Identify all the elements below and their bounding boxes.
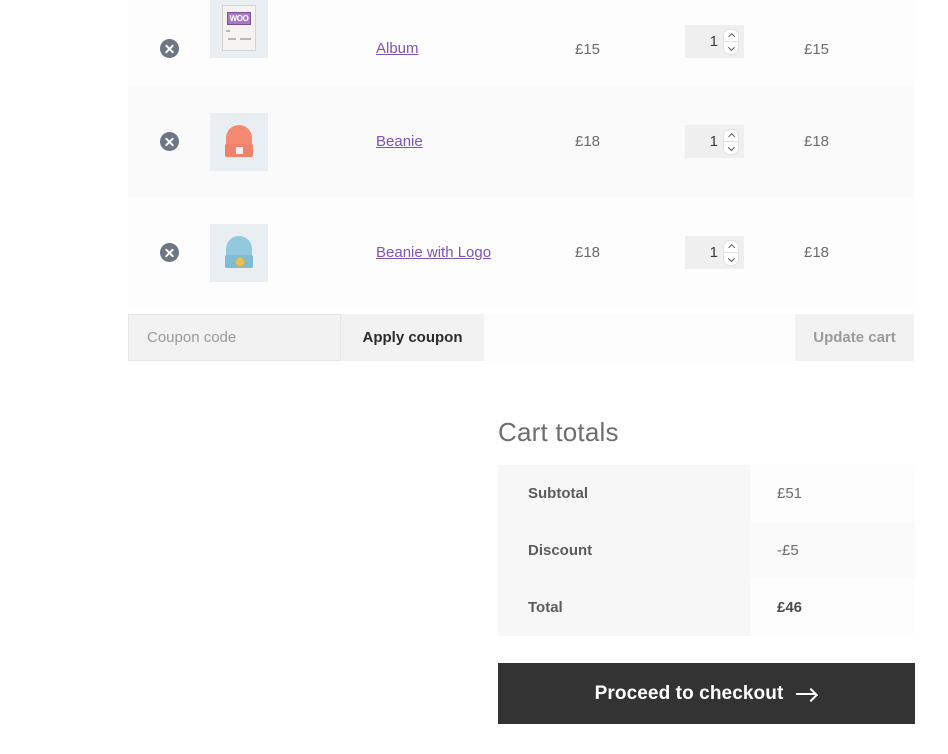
quantity-value: 1 [709,244,718,261]
totals-label-total: Total [498,578,750,636]
quantity-value: 1 [709,133,718,150]
product-name-cell: Beanie [376,86,575,197]
quantity-increment-button[interactable] [723,128,739,142]
quantity-decrement-button[interactable] [723,252,739,266]
shopping-cart-table: WOO Album £15 1 £15 Beanie £18 1 £18 Bea… [128,0,914,308]
beanie-coral-thumb-icon[interactable] [210,112,268,171]
coupon-code-input[interactable] [128,314,341,361]
product-subtotal: £18 [804,244,830,261]
quantity-decrement-button[interactable] [723,141,739,155]
table-row: Beanie with Logo £18 1 £18 [128,197,914,308]
chevron-up-icon [728,132,734,138]
product-name-cell: Album [376,0,575,86]
totals-label-subtotal: Subtotal [498,464,750,522]
totals-value-discount: -£5 [750,521,915,579]
chevron-down-icon [728,145,734,151]
quantity-stepper[interactable]: 1 [685,236,744,269]
checkout-button-label: Proceed to checkout [594,682,784,704]
product-subtotal: £18 [804,133,830,150]
apply-coupon-button[interactable]: Apply coupon [341,314,484,361]
update-cart-button[interactable]: Update cart [795,314,914,361]
coupon-actions-row: Apply coupon Update cart [128,314,914,361]
remove-item-icon[interactable] [159,243,179,262]
cart-totals-section: Cart totals Subtotal £51 Discount -£5 To… [498,418,915,636]
cart-page: WOO Album £15 1 £15 Beanie £18 1 £18 Bea… [0,0,948,754]
chevron-up-icon [728,243,734,249]
beanie-shape [225,235,253,270]
cart-totals-heading: Cart totals [498,417,619,447]
remove-item-icon[interactable] [159,132,179,151]
chevron-up-icon [728,32,734,38]
product-price: £18 [575,133,601,150]
chevron-down-icon [728,256,734,262]
totals-value-total: £46 [750,578,915,636]
album-detail-line [240,38,251,40]
chevron-down-icon [728,45,734,51]
remove-item-cell [128,86,210,197]
cart-totals-table: Subtotal £51 Discount -£5 Total £46 [498,464,915,636]
totals-value-subtotal: £51 [750,464,915,522]
table-row: Beanie £18 1 £18 [128,86,914,197]
product-thumbnail-cell [210,197,376,308]
coupon-row-spacer [484,314,795,361]
album-detail-line [226,30,230,32]
beanie-patch-shape [236,146,243,154]
product-link-beanie[interactable]: Beanie [376,133,423,150]
quantity-value: 1 [709,33,718,50]
remove-item-icon[interactable] [159,39,179,58]
product-link-album[interactable]: Album [376,40,419,57]
table-row: WOO Album £15 1 £15 [128,0,914,86]
remove-item-cell [128,197,210,308]
product-thumbnail-cell [210,86,376,197]
remove-item-cell [128,0,210,86]
beanie-blue-thumb-icon[interactable] [210,223,268,282]
quantity-decrement-button[interactable] [723,41,739,55]
totals-row-subtotal: Subtotal £51 [498,464,915,522]
product-subtotal: £15 [804,41,830,58]
quantity-spinner [723,28,739,55]
totals-row-total: Total £46 [498,578,915,636]
product-price: £18 [575,244,601,261]
quantity-increment-button[interactable] [723,239,739,253]
album-logo-text: WOO [227,12,251,25]
quantity-spinner [723,239,739,266]
proceed-to-checkout-button[interactable]: Proceed to checkout [498,663,915,724]
arrow-right-icon [796,688,818,700]
quantity-increment-button[interactable] [723,28,739,42]
album-detail-line [228,38,236,40]
product-quantity-cell: 1 [685,0,804,86]
totals-label-discount: Discount [498,521,750,579]
product-name-cell: Beanie with Logo [376,197,575,308]
beanie-logo-badge-icon [234,256,245,267]
quantity-stepper[interactable]: 1 [685,25,744,58]
quantity-stepper[interactable]: 1 [685,125,744,158]
quantity-spinner [723,128,739,155]
beanie-shape [225,124,253,159]
album-thumb-icon[interactable]: WOO [210,0,268,58]
totals-row-discount: Discount -£5 [498,521,915,579]
product-thumbnail-cell: WOO [210,0,376,86]
product-quantity-cell: 1 [685,197,804,308]
product-price: £15 [575,41,601,58]
product-quantity-cell: 1 [685,86,804,197]
product-link-beanie-with-logo[interactable]: Beanie with Logo [376,244,491,261]
